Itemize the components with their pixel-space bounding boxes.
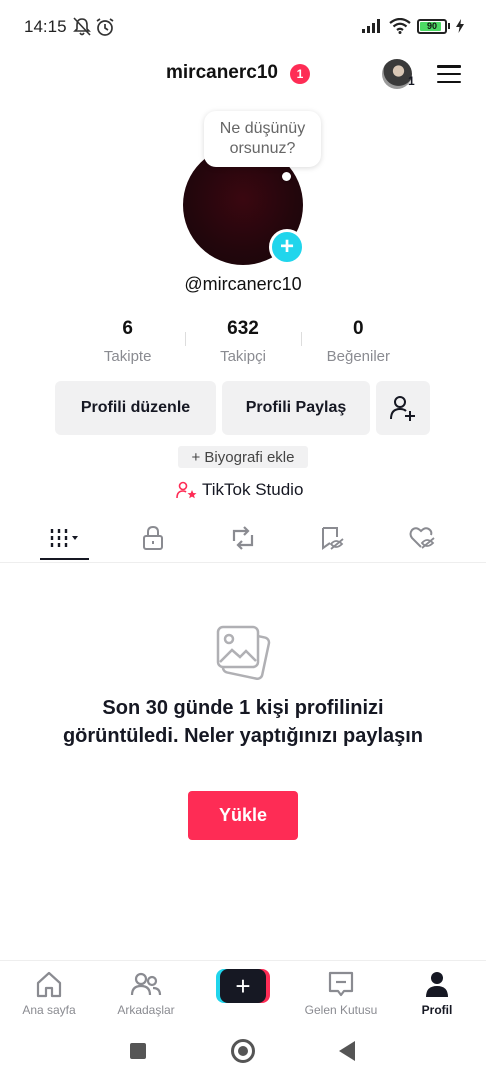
charging-icon	[456, 19, 464, 33]
battery-indicator: 90	[417, 18, 447, 34]
heart-hidden-icon	[409, 527, 435, 549]
stat-following-label: Takipte	[103, 348, 152, 365]
edit-profile-button[interactable]: Profili düzenle	[55, 381, 216, 435]
profile-stats: 6 Takipte 632 Takipçi 0 Beğeniler	[70, 318, 416, 365]
account-switch-count: 1	[408, 74, 415, 88]
stat-followers[interactable]: 632 Takipçi	[185, 318, 300, 365]
home-circle-icon[interactable]	[231, 1039, 255, 1063]
add-photo-plus-icon[interactable]: +	[269, 229, 305, 265]
profile-icon	[426, 972, 448, 997]
nav-home-label: Ana sayfa	[22, 1003, 76, 1017]
add-person-icon	[390, 396, 415, 421]
home-icon	[36, 971, 62, 998]
friends-icon	[130, 972, 162, 996]
stat-divider	[185, 332, 186, 346]
tab-liked[interactable]	[402, 518, 442, 558]
header-username[interactable]: mircanerc10	[166, 62, 278, 84]
share-profile-button[interactable]: Profili Paylaş	[222, 381, 370, 435]
stat-likes[interactable]: 0 Beğeniler	[301, 318, 416, 365]
add-bio-button[interactable]: + Biyografi ekle	[178, 446, 308, 468]
alarm-icon	[96, 18, 114, 36]
muted-bell-icon	[73, 17, 91, 36]
thought-bubble-tail	[282, 172, 291, 181]
plus-icon: +	[220, 969, 266, 1003]
content-tabs	[0, 518, 486, 563]
bottom-navigation: Ana sayfa Arkadaşlar + Gelen Kutusu Prof…	[0, 960, 486, 1026]
status-right-icons: 90	[361, 18, 464, 34]
stat-followers-value: 632	[227, 318, 259, 339]
repost-icon	[232, 526, 254, 550]
recents-icon[interactable]	[130, 1043, 146, 1059]
menu-icon[interactable]	[437, 65, 461, 83]
status-bar: 14:15 90	[0, 0, 486, 56]
nav-friends-label: Arkadaşlar	[117, 1003, 175, 1017]
system-navigation-bar	[0, 1030, 486, 1080]
profile-handle: @mircanerc10	[184, 274, 302, 294]
thought-bubble[interactable]: Ne düşünüy orsunuz?	[204, 111, 321, 167]
stat-following-value: 6	[122, 318, 133, 339]
nav-inbox[interactable]: Gelen Kutusu	[296, 969, 386, 1017]
stat-following[interactable]: 6 Takipte	[70, 318, 185, 365]
battery-label: 90	[426, 21, 437, 31]
create-button[interactable]: +	[216, 969, 270, 1003]
nav-profile[interactable]: Profil	[392, 969, 482, 1017]
person-star-icon	[176, 481, 197, 499]
profile-header: mircanerc10 1 1	[0, 56, 486, 96]
add-friend-button[interactable]	[376, 381, 430, 435]
lock-icon	[143, 525, 163, 550]
tab-favorites[interactable]	[312, 518, 352, 558]
wifi-icon	[389, 18, 411, 34]
empty-state-message: Son 30 günde 1 kişi profilinizi görüntül…	[62, 697, 424, 747]
nav-inbox-label: Gelen Kutusu	[304, 1003, 378, 1017]
tiktok-studio-label: TikTok Studio	[202, 480, 304, 499]
nav-profile-label: Profil	[421, 1003, 453, 1017]
nav-friends[interactable]: Arkadaşlar	[101, 969, 191, 1017]
stat-divider	[301, 332, 302, 346]
notification-badge: 1	[290, 64, 310, 84]
battery-cap	[448, 23, 450, 29]
active-tab-underline	[40, 558, 89, 560]
upload-button[interactable]: Yükle	[188, 791, 298, 840]
inbox-icon	[328, 971, 354, 997]
stat-likes-value: 0	[353, 318, 364, 339]
stat-followers-label: Takipçi	[220, 348, 266, 365]
tiktok-studio-link[interactable]: TikTok Studio	[176, 480, 303, 500]
photos-icon	[212, 624, 272, 685]
status-left-icons	[73, 17, 115, 37]
status-time: 14:15	[24, 17, 67, 36]
grid-filter-icon	[50, 529, 78, 547]
stat-likes-label: Beğeniler	[326, 348, 391, 365]
nav-home[interactable]: Ana sayfa	[4, 969, 94, 1017]
tab-private[interactable]	[133, 518, 173, 558]
signal-icon	[362, 19, 380, 33]
tab-reposts[interactable]	[223, 518, 263, 558]
bookmark-hidden-icon	[322, 527, 344, 550]
thought-bubble-text: Ne düşünüy orsunuz?	[219, 120, 306, 157]
tab-videos[interactable]	[44, 518, 84, 558]
back-triangle-icon[interactable]	[339, 1041, 355, 1061]
